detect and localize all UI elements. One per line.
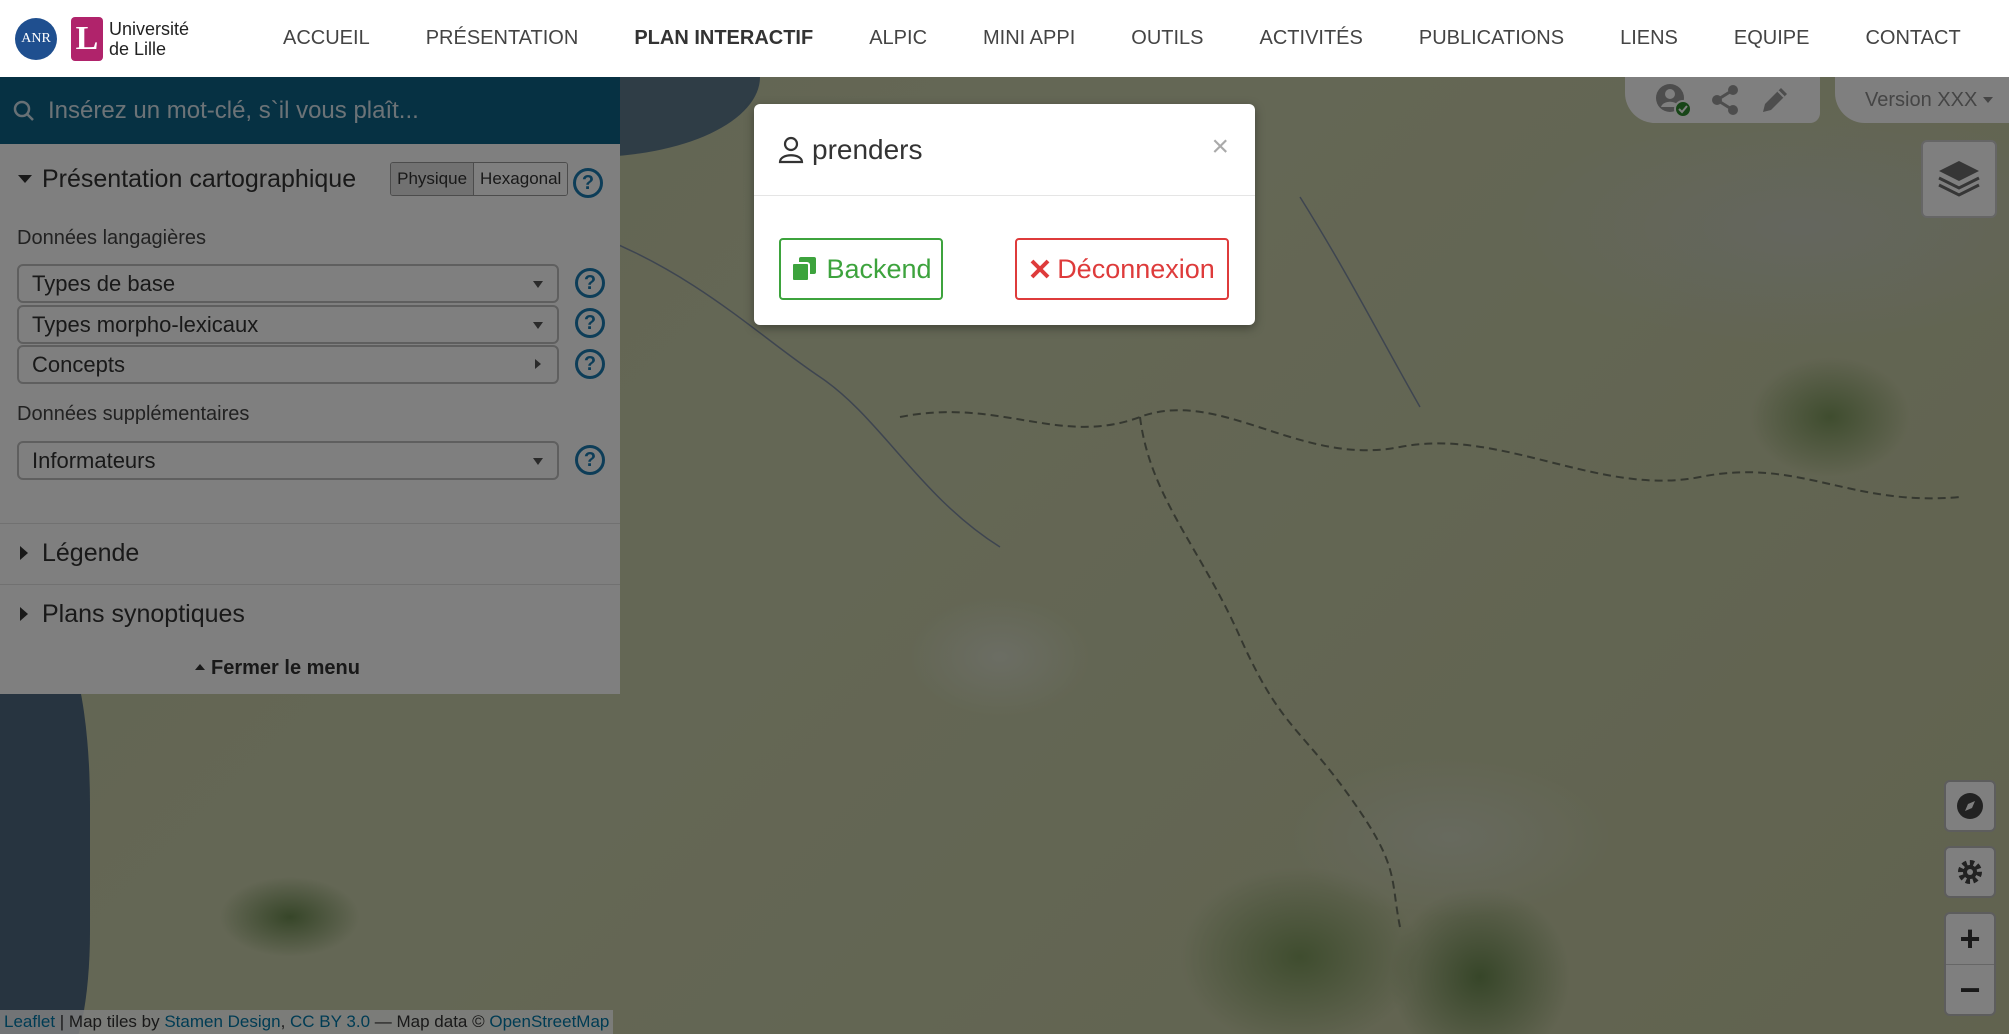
nav-contact[interactable]: CONTACT	[1865, 27, 1960, 50]
top-navbar: ANR L Université de Lille ACCUEIL PRÉSEN…	[0, 0, 2009, 77]
anr-logo-text: ANR	[21, 30, 51, 46]
nav-outils[interactable]: OUTILS	[1131, 27, 1203, 50]
lille-logo-text: Université de Lille	[109, 19, 189, 59]
nav-equipe[interactable]: EQUIPE	[1734, 27, 1810, 50]
nav-presentation[interactable]: PRÉSENTATION	[426, 27, 579, 50]
nav-alpic[interactable]: ALPIC	[869, 27, 927, 50]
user-icon	[778, 136, 804, 163]
modal-header: prenders ×	[754, 104, 1255, 196]
user-modal: prenders × Backend Déconnexion	[754, 104, 1255, 325]
nav-liens[interactable]: LIENS	[1620, 27, 1678, 50]
close-icon[interactable]: ×	[1211, 130, 1229, 164]
close-icon	[1030, 259, 1050, 279]
nav-publications[interactable]: PUBLICATIONS	[1419, 27, 1564, 50]
logout-button[interactable]: Déconnexion	[1015, 238, 1229, 300]
nav-mini-appi[interactable]: MINI APPI	[983, 27, 1075, 50]
logos: ANR L Université de Lille	[15, 16, 255, 61]
anr-logo[interactable]: ANR	[15, 17, 57, 60]
logout-label: Déconnexion	[1057, 253, 1215, 284]
lille-logo-line2: de Lille	[109, 38, 167, 59]
lille-logo-line1: Université	[109, 18, 190, 39]
nav-activites[interactable]: ACTIVITÉS	[1260, 27, 1363, 50]
lille-logo-mark[interactable]: L	[71, 16, 103, 61]
backend-label: Backend	[826, 253, 932, 284]
nav-accueil[interactable]: ACCUEIL	[283, 27, 370, 50]
nav-plan-interactif[interactable]: PLAN INTERACTIF	[634, 27, 813, 50]
copy-icon	[791, 257, 817, 282]
backend-button[interactable]: Backend	[779, 238, 943, 300]
modal-username: prenders	[812, 133, 923, 165]
main-nav: ACCUEIL PRÉSENTATION PLAN INTERACTIF ALP…	[255, 27, 1989, 50]
